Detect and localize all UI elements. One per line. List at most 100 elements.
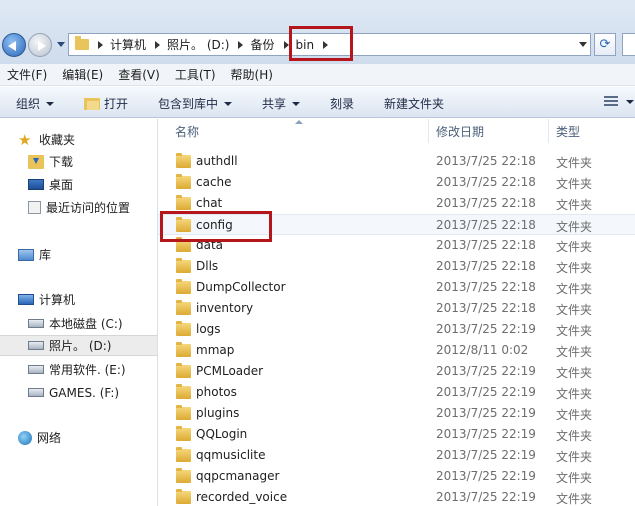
sidebar-item-libraries[interactable]: 库 <box>0 244 157 265</box>
folder-icon <box>176 468 191 483</box>
chevron-right-icon[interactable] <box>238 40 244 49</box>
file-name: chat <box>196 196 223 210</box>
file-name: authdll <box>196 154 238 168</box>
new-folder-button[interactable]: 新建文件夹 <box>384 95 444 112</box>
table-row[interactable]: Dlls 2013/7/25 22:18 文件夹 <box>158 256 635 277</box>
folder-icon <box>176 217 191 232</box>
menu-tools[interactable]: 工具(T) <box>175 66 216 83</box>
table-row[interactable]: PCMLoader 2013/7/25 22:19 文件夹 <box>158 361 635 382</box>
share-label: 共享 <box>262 97 287 111</box>
table-row[interactable]: config 2013/7/25 22:18 文件夹 <box>158 214 635 235</box>
sidebar-item-label: 库 <box>39 248 52 262</box>
sidebar-item-drive-d[interactable]: 照片。 (D:) <box>0 335 157 356</box>
menu-help[interactable]: 帮助(H) <box>231 66 273 83</box>
table-row[interactable]: qqmusiclite 2013/7/25 22:19 文件夹 <box>158 445 635 466</box>
table-row[interactable]: recorded_voice 2013/7/25 22:19 文件夹 <box>158 487 635 506</box>
breadcrumb-backup[interactable]: 备份 <box>250 36 274 53</box>
sort-ascending-icon <box>295 120 303 124</box>
table-row[interactable]: qqpcmanager 2013/7/25 22:19 文件夹 <box>158 466 635 487</box>
file-type: 文件夹 <box>556 261 593 275</box>
column-divider[interactable] <box>548 119 549 143</box>
file-name: mmap <box>196 343 235 357</box>
chevron-right-icon[interactable] <box>283 40 289 49</box>
file-modified-date: 2012/8/11 0:02 <box>436 343 529 357</box>
sidebar-item-desktop[interactable]: 桌面 <box>0 174 157 195</box>
file-modified-date: 2013/7/25 22:18 <box>436 154 536 168</box>
file-type: 文件夹 <box>556 492 593 506</box>
file-type: 文件夹 <box>556 471 593 485</box>
file-name: PCMLoader <box>196 364 264 378</box>
sidebar-item-drive-f[interactable]: GAMES. (F:) <box>0 382 157 403</box>
folder-icon <box>75 36 89 50</box>
file-type: 文件夹 <box>556 408 593 422</box>
recent-pages-chevron-icon[interactable] <box>57 42 65 47</box>
table-row[interactable]: plugins 2013/7/25 22:19 文件夹 <box>158 403 635 424</box>
file-name: logs <box>196 322 221 336</box>
table-row[interactable]: data 2013/7/25 22:18 文件夹 <box>158 235 635 256</box>
sidebar-item-label: GAMES. (F:) <box>49 385 120 400</box>
refresh-button[interactable]: ⟳ <box>594 33 616 56</box>
include-in-library-button[interactable]: 包含到库中 <box>158 95 233 112</box>
column-header-type[interactable]: 类型 <box>556 119 580 143</box>
file-type: 文件夹 <box>556 177 593 191</box>
file-modified-date: 2013/7/25 22:19 <box>436 448 536 462</box>
sidebar-item-downloads[interactable]: 下载 <box>0 151 157 172</box>
forward-arrow-icon[interactable] <box>28 33 52 57</box>
folder-icon <box>176 258 191 273</box>
table-row[interactable]: logs 2013/7/25 22:19 文件夹 <box>158 319 635 340</box>
chevron-right-icon[interactable] <box>323 40 329 49</box>
folder-icon <box>176 174 191 189</box>
share-button[interactable]: 共享 <box>262 95 301 112</box>
file-type: 文件夹 <box>556 220 593 234</box>
menu-edit[interactable]: 编辑(E) <box>62 66 103 83</box>
chevron-down-icon[interactable] <box>626 100 634 104</box>
table-row[interactable]: photos 2013/7/25 22:19 文件夹 <box>158 382 635 403</box>
file-name: qqmusiclite <box>196 448 266 462</box>
breadcrumb-bin[interactable]: bin <box>296 38 315 52</box>
table-row[interactable]: inventory 2013/7/25 22:18 文件夹 <box>158 298 635 319</box>
column-header-name[interactable]: 名称 <box>175 119 199 143</box>
sidebar-item-drive-e[interactable]: 常用软件. (E:) <box>0 359 157 380</box>
address-bar[interactable]: 计算机 照片。 (D:) 备份 bin <box>68 33 591 56</box>
address-history-chevron-icon[interactable] <box>579 42 587 47</box>
file-modified-date: 2013/7/25 22:18 <box>436 280 536 294</box>
table-row[interactable]: mmap 2012/8/11 0:02 文件夹 <box>158 340 635 361</box>
file-modified-date: 2013/7/25 22:18 <box>436 196 536 210</box>
file-modified-date: 2013/7/25 22:19 <box>436 385 536 399</box>
column-header-date[interactable]: 修改日期 <box>436 119 484 143</box>
burn-button[interactable]: 刻录 <box>330 95 354 112</box>
breadcrumb-computer[interactable]: 计算机 <box>110 36 146 53</box>
file-modified-date: 2013/7/25 22:19 <box>436 469 536 483</box>
table-row[interactable]: chat 2013/7/25 22:18 文件夹 <box>158 193 635 214</box>
hard-drive-icon <box>28 365 44 374</box>
file-type: 文件夹 <box>556 387 593 401</box>
file-type: 文件夹 <box>556 198 593 212</box>
change-view-icon[interactable] <box>604 96 618 108</box>
sidebar-item-computer[interactable]: 计算机 <box>0 289 157 310</box>
table-row[interactable]: cache 2013/7/25 22:18 文件夹 <box>158 172 635 193</box>
table-row[interactable]: QQLogin 2013/7/25 22:19 文件夹 <box>158 424 635 445</box>
sidebar-item-recent[interactable]: 最近访问的位置 <box>0 197 157 218</box>
organize-button[interactable]: 组织 <box>16 95 55 112</box>
sidebar-item-network[interactable]: 网络 <box>0 427 157 448</box>
open-button[interactable]: 打开 <box>84 95 128 112</box>
menu-view[interactable]: 查看(V) <box>118 66 160 83</box>
sidebar-item-label: 网络 <box>37 431 62 445</box>
table-row[interactable]: DumpCollector 2013/7/25 22:18 文件夹 <box>158 277 635 298</box>
sidebar-item-drive-c[interactable]: 本地磁盘 (C:) <box>0 313 157 334</box>
file-modified-date: 2013/7/25 22:18 <box>436 259 536 273</box>
column-divider[interactable] <box>428 119 429 143</box>
chevron-right-icon[interactable] <box>98 40 103 49</box>
sidebar-item-label: 下载 <box>49 155 74 169</box>
library-icon <box>18 248 34 261</box>
chevron-right-icon[interactable] <box>155 40 161 49</box>
menu-bar: 文件(F) 编辑(E) 查看(V) 工具(T) 帮助(H) <box>0 64 635 86</box>
file-name: Dlls <box>196 259 219 273</box>
sidebar-item-label: 本地磁盘 (C:) <box>49 317 123 331</box>
search-input[interactable] <box>622 33 635 56</box>
menu-file[interactable]: 文件(F) <box>7 66 47 83</box>
sidebar-item-favorites[interactable]: ★ 收藏夹 <box>0 129 157 150</box>
breadcrumb-drive-d[interactable]: 照片。 (D:) <box>167 36 229 53</box>
table-row[interactable]: authdll 2013/7/25 22:18 文件夹 <box>158 151 635 172</box>
back-arrow-icon[interactable] <box>2 33 26 57</box>
